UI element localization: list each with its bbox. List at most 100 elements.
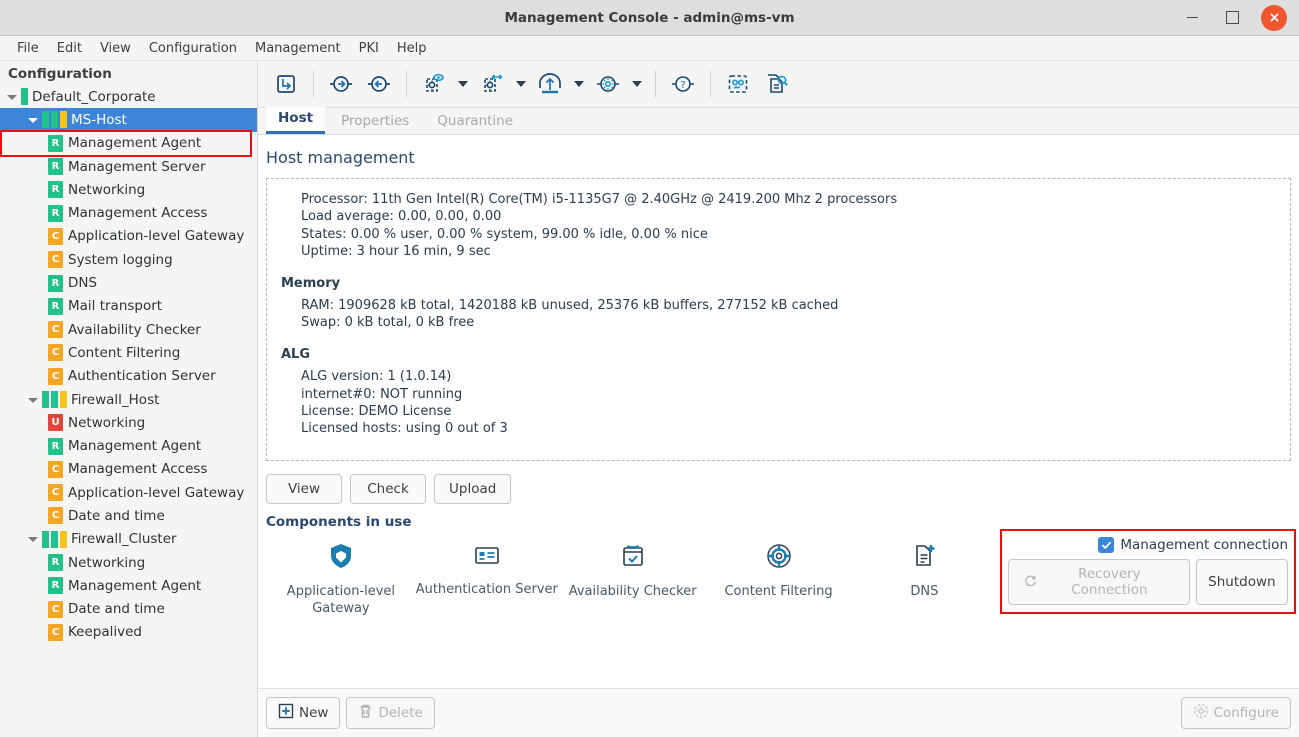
config-preview-icon[interactable]	[416, 66, 452, 102]
tree-item-date-and-time[interactable]: C Date and time	[0, 504, 257, 527]
configuration-tree[interactable]: Default_Corporate MS-Host R Management Agen…	[0, 85, 257, 644]
tab-host[interactable]: Host	[266, 107, 326, 134]
document-search-icon[interactable]	[758, 66, 794, 102]
tree-item-system-logging[interactable]: C System logging	[0, 248, 257, 271]
expand-caret-icon[interactable]	[27, 394, 39, 406]
status-badge: R	[48, 274, 63, 292]
config-transfer-icon[interactable]	[474, 66, 510, 102]
tree-item-dns[interactable]: R DNS	[0, 271, 257, 294]
info-line-licensed-hosts: Licensed hosts: using 0 out of 3	[301, 421, 508, 437]
new-button[interactable]: New	[266, 697, 341, 729]
tree-item-networking[interactable]: U Networking	[0, 411, 257, 434]
component-content-filtering[interactable]: Content Filtering	[706, 542, 852, 600]
menu-configuration[interactable]: Configuration	[140, 39, 246, 58]
status-badge: C	[48, 600, 63, 618]
tree-item-date-and-time[interactable]: C Date and time	[0, 598, 257, 621]
tree-item-management-server[interactable]: R Management Server	[0, 155, 257, 178]
tree-item-management-agent[interactable]: R Management Agent	[0, 434, 257, 457]
tree-item-ms-host[interactable]: MS-Host	[0, 108, 257, 132]
delete-button-label: Delete	[378, 705, 423, 721]
tree-item-label: Firewall_Cluster	[71, 531, 177, 548]
tree-item-authentication-server[interactable]: C Authentication Server	[0, 365, 257, 388]
menu-management[interactable]: Management	[246, 39, 350, 58]
tree-item-default-corporate[interactable]: Default_Corporate	[0, 85, 257, 108]
tab-properties[interactable]: Properties	[329, 110, 421, 134]
tree-item-firewall-host[interactable]: Firewall_Host	[0, 388, 257, 411]
component-application-level-gateway[interactable]: Application-level Gateway	[268, 542, 414, 617]
go-up-icon[interactable]	[268, 66, 304, 102]
system-info-panel: Processor: 11th Gen Intel(R) Core(TM) i5…	[266, 178, 1291, 461]
tree-item-mail-transport[interactable]: R Mail transport	[0, 295, 257, 318]
status-badge: C	[48, 507, 63, 525]
menu-help[interactable]: Help	[388, 39, 436, 58]
maximize-icon[interactable]	[1221, 7, 1243, 29]
tab-quarantine[interactable]: Quarantine	[425, 110, 525, 134]
status-badge: R	[48, 134, 63, 152]
management-connection-row[interactable]: Management connection	[1008, 537, 1288, 553]
tree-item-firewall-cluster[interactable]: Firewall_Cluster	[0, 528, 257, 551]
chevron-down-icon[interactable]	[570, 67, 588, 101]
tree-item-management-agent[interactable]: R Management Agent	[0, 132, 257, 155]
delete-button[interactable]: Delete	[346, 697, 435, 729]
toolbar-separator	[406, 71, 407, 97]
window-title: Management Console - admin@ms-vm	[504, 9, 795, 26]
tree-item-application-level-gateway[interactable]: C Application-level Gateway	[0, 225, 257, 248]
new-button-label: New	[299, 705, 329, 721]
expand-caret-icon[interactable]	[6, 91, 18, 103]
tree-item-content-filtering[interactable]: C Content Filtering	[0, 341, 257, 364]
upload-button[interactable]: Upload	[434, 474, 512, 504]
svg-text:?: ?	[680, 80, 685, 91]
tree-item-application-level-gateway[interactable]: C Application-level Gateway	[0, 481, 257, 504]
tree-item-label: Networking	[68, 554, 146, 571]
menu-pki[interactable]: PKI	[350, 39, 388, 58]
tree-item-keepalived[interactable]: C Keepalived	[0, 621, 257, 644]
chevron-down-icon[interactable]	[628, 67, 646, 101]
view-button[interactable]: View	[266, 474, 342, 504]
help-icon[interactable]: ?	[665, 66, 701, 102]
expand-caret-icon[interactable]	[27, 533, 39, 545]
shield-icon	[327, 542, 355, 574]
configure-button-label: Configure	[1213, 705, 1279, 721]
management-connection-checkbox[interactable]	[1098, 537, 1115, 553]
menu-view[interactable]: View	[91, 39, 140, 58]
component-label: Content Filtering	[724, 584, 833, 599]
check-button[interactable]: Check	[350, 474, 426, 504]
recovery-connection-button[interactable]: Recovery Connection	[1008, 559, 1190, 605]
component-availability-checker[interactable]: Availability Checker	[560, 542, 706, 600]
status-badge: R	[48, 204, 63, 222]
chevron-down-icon[interactable]	[454, 67, 472, 101]
tree-item-networking[interactable]: R Networking	[0, 178, 257, 201]
expand-caret-icon[interactable]	[27, 114, 39, 126]
tree-item-label: Management Access	[68, 461, 208, 478]
status-badge: R	[48, 577, 63, 595]
component-dns[interactable]: DNS	[851, 542, 997, 600]
back-arrow-icon[interactable]	[361, 66, 397, 102]
robot-icon[interactable]	[720, 66, 756, 102]
menu-file[interactable]: File	[8, 39, 48, 58]
component-label: Availability Checker	[568, 584, 697, 599]
forward-arrow-icon[interactable]	[323, 66, 359, 102]
management-connection-label: Management connection	[1120, 537, 1288, 553]
tree-item-label: Application-level Gateway	[68, 228, 245, 245]
sidebar-header: Configuration	[8, 66, 112, 82]
component-label: DNS	[910, 584, 939, 599]
status-badge: C	[48, 460, 63, 478]
chevron-down-icon[interactable]	[512, 67, 530, 101]
target-icon	[765, 542, 793, 574]
tree-item-management-access[interactable]: R Management Access	[0, 201, 257, 224]
menu-edit[interactable]: Edit	[48, 39, 91, 58]
tree-item-management-access[interactable]: C Management Access	[0, 458, 257, 481]
window-controls	[1181, 4, 1299, 31]
trash-icon	[358, 703, 373, 723]
tree-item-management-agent[interactable]: R Management Agent	[0, 574, 257, 597]
settings-gear-icon[interactable]	[590, 66, 626, 102]
shutdown-button[interactable]: Shutdown	[1195, 559, 1288, 605]
tree-item-networking[interactable]: R Networking	[0, 551, 257, 574]
close-icon[interactable]	[1261, 4, 1287, 31]
minimize-icon[interactable]	[1181, 7, 1203, 29]
component-authentication-server[interactable]: Authentication Server	[414, 542, 560, 598]
configure-button[interactable]: Configure	[1180, 697, 1291, 729]
status-badge: C	[48, 484, 63, 502]
tree-item-availability-checker[interactable]: C Availability Checker	[0, 318, 257, 341]
upload-icon[interactable]	[532, 66, 568, 102]
